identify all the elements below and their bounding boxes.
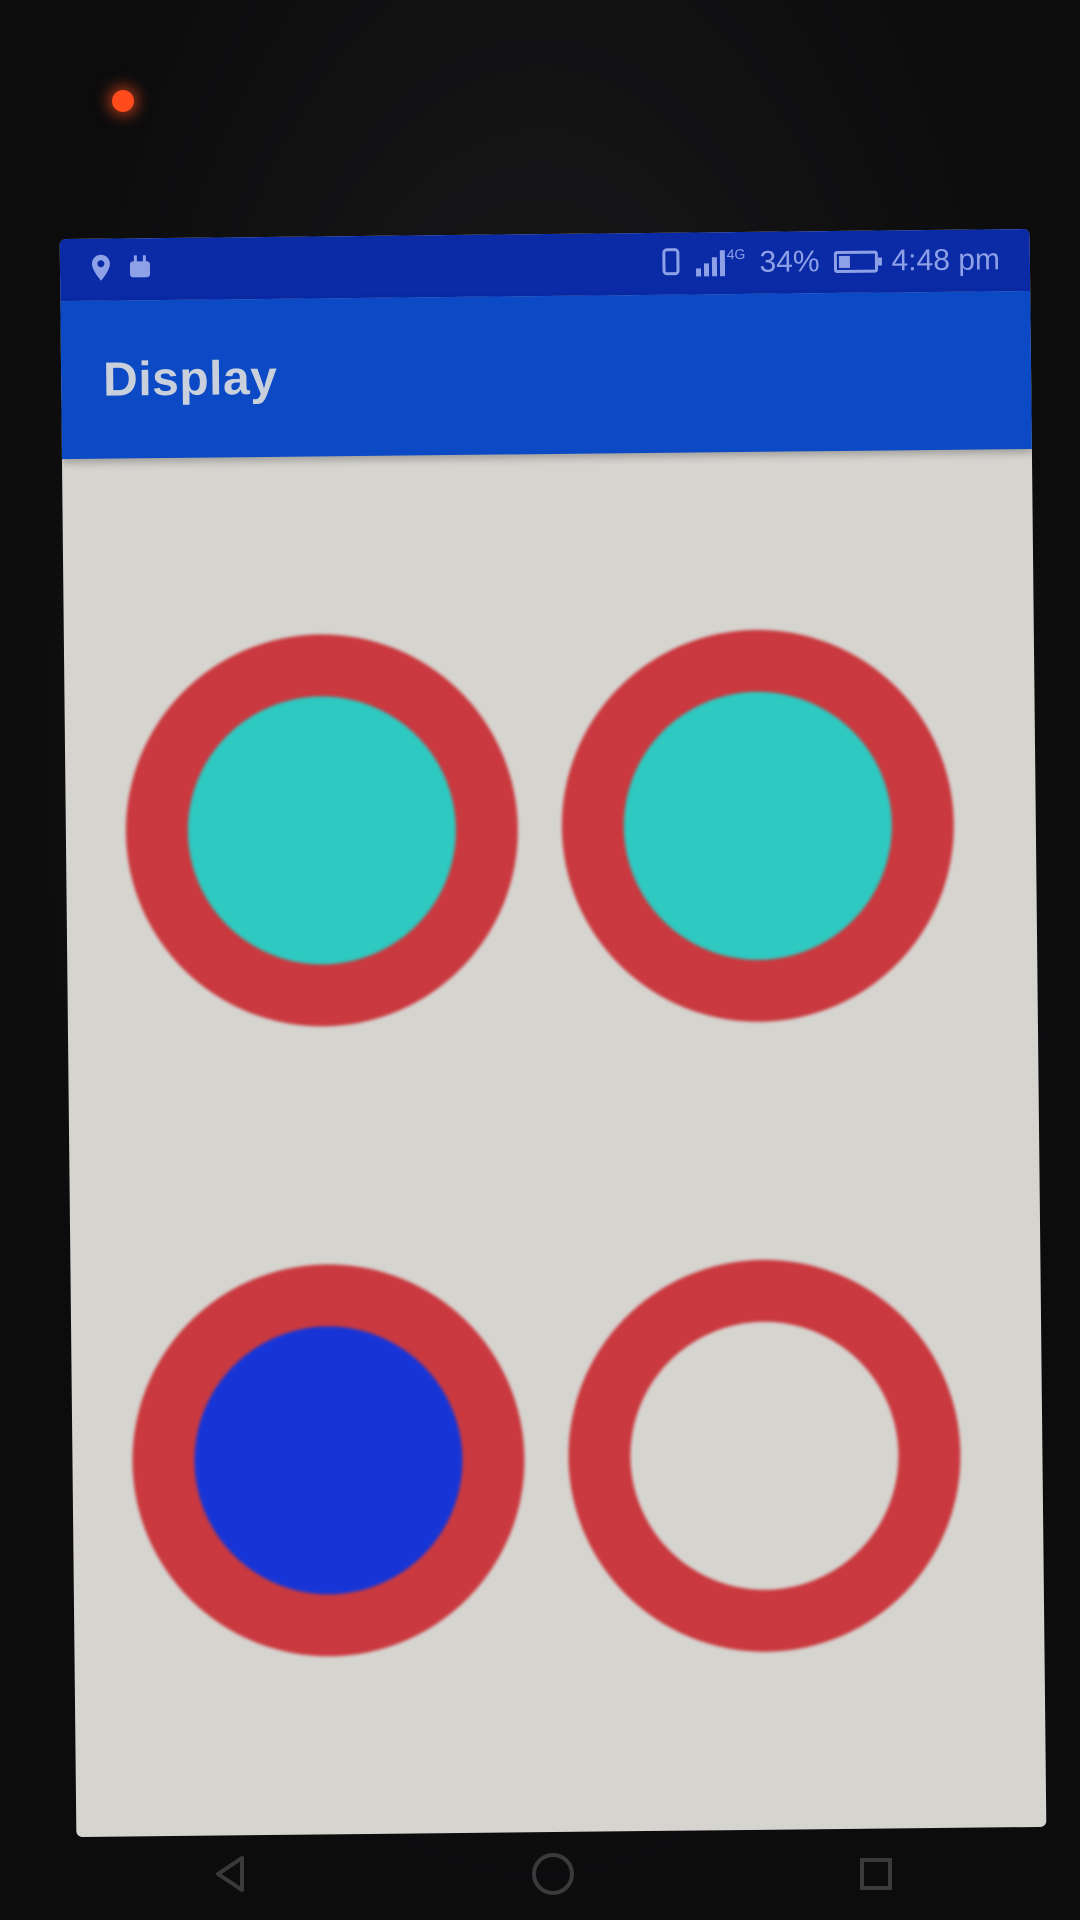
navigation-bar [68, 1832, 1038, 1920]
status-bar: 4G 34% 4:48 pm [59, 228, 1031, 302]
recents-button[interactable] [836, 1836, 916, 1916]
battery-level-fill [838, 255, 851, 268]
recents-square-icon [852, 1850, 900, 1903]
status-right: 4G 34% 4:48 pm [660, 243, 1000, 281]
circle-bottom-right[interactable] [566, 1257, 963, 1654]
circle-top-right-fill [622, 690, 894, 962]
page-title: Display [102, 351, 278, 407]
circle-top-left-fill [186, 695, 458, 966]
status-time: 4:48 pm [891, 243, 1001, 278]
app-bar: Display [60, 290, 1032, 460]
back-button[interactable] [190, 1836, 270, 1916]
location-icon [90, 253, 112, 286]
battery-icon [833, 250, 878, 274]
android-notification-icon [126, 253, 154, 286]
notification-led [112, 90, 134, 112]
circle-bottom-left-fill [193, 1324, 464, 1596]
signal-strength-icon [695, 250, 725, 277]
battery-percent: 34% [759, 245, 820, 279]
vibrate-icon [660, 247, 682, 280]
circle-bottom-right-fill [629, 1320, 900, 1592]
circle-top-left[interactable] [123, 632, 520, 1029]
status-left [90, 253, 154, 287]
circles-grid [62, 449, 1046, 1837]
screen: 4G 34% 4:48 pm Display [59, 228, 1047, 1838]
phone-frame: 4G 34% 4:48 pm Display [0, 0, 1080, 1920]
home-circle-icon [527, 1848, 579, 1905]
home-button[interactable] [513, 1836, 593, 1916]
circle-top-right[interactable] [559, 627, 956, 1024]
network-type-label: 4G [726, 245, 746, 263]
circle-bottom-left[interactable] [130, 1262, 527, 1659]
back-triangle-icon [206, 1850, 254, 1903]
